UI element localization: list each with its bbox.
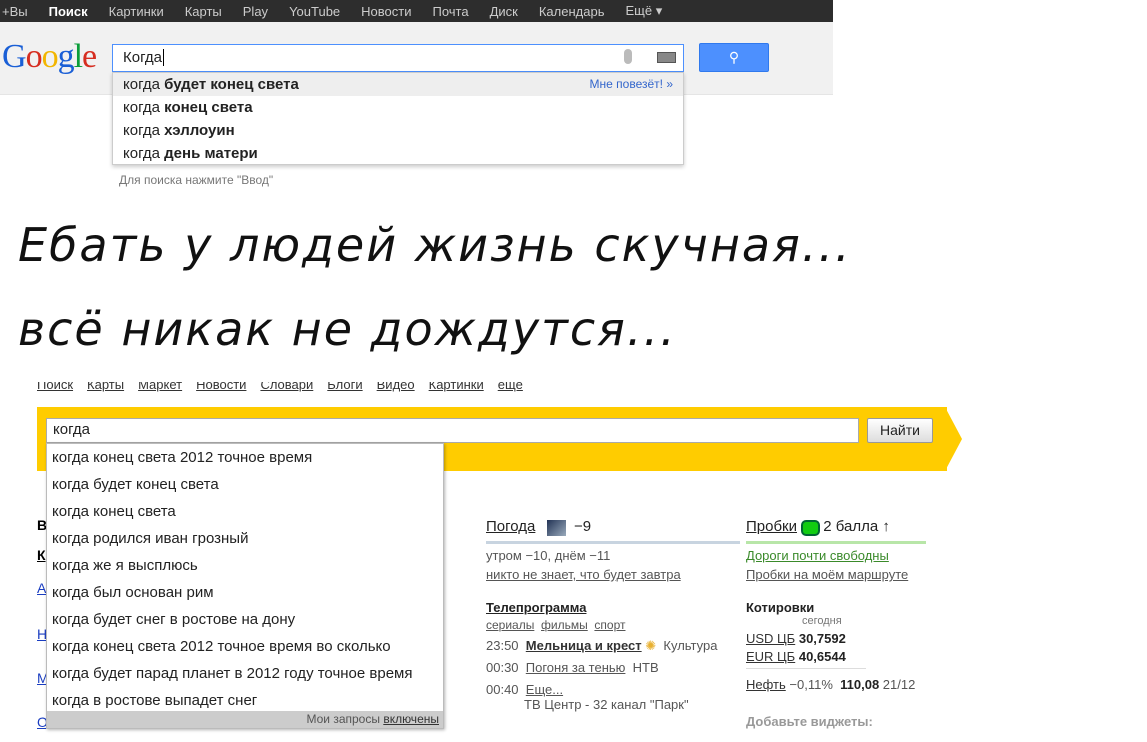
footer-text: Мои запросы (306, 712, 384, 726)
google-top-bar: +Вы Поиск Картинки Карты Play YouTube Новости П… (0, 0, 833, 22)
nav-item[interactable]: Календарь (539, 4, 605, 19)
nav-item[interactable]: YouTube (289, 4, 340, 19)
tv-item: 23:50 Мельница и крест ✺ Культура (486, 638, 717, 654)
suggestion-item[interactable]: когда конец света 2012 точное время во с… (47, 633, 443, 660)
tv-time: 00:30 (486, 660, 519, 675)
query-text: Когда (123, 49, 162, 66)
suggestion-item[interactable]: когда конец света 2012 точное время (47, 444, 443, 471)
yandex-search-button[interactable]: Найти (867, 418, 933, 443)
suggestion-item[interactable]: когда был основан рим (47, 579, 443, 606)
yandex-arrow (945, 407, 962, 471)
magnifier-icon: ⚲ (728, 49, 740, 65)
tv-channel: Культура (663, 638, 718, 653)
tv-tab[interactable]: сериалы (486, 618, 534, 632)
my-queries-footer: Мои запросы включены (47, 711, 443, 728)
quotes-title: Котировки (746, 600, 815, 615)
currency-value: 40,6544 (798, 649, 846, 664)
tv-show-link[interactable]: Погоня за тенью (526, 660, 626, 675)
traffic-widget-title: Пробки 2 балла ↑ (746, 518, 890, 536)
tv-title-link[interactable]: Телепрограмма (486, 600, 586, 615)
suggestion-item[interactable]: когда день матери (113, 142, 683, 165)
tv-show-link[interactable]: Мельница и крест (526, 638, 642, 653)
quote-row: EUR ЦБ 40,6544 (746, 649, 846, 664)
suggestion-prefix: когда (123, 122, 165, 139)
tv-channel: НТВ (632, 660, 659, 675)
oil-value: 110,08 (840, 677, 880, 692)
nav-item[interactable]: Почта (432, 4, 468, 19)
quotes-column: сегодня (802, 615, 842, 627)
tv-item: 00:40 Еще... ТВ Центр - 32 канал "Парк" (486, 682, 689, 712)
suggestion-completion: день матери (164, 145, 258, 162)
suggestion-completion: конец света (164, 99, 253, 116)
nav-item[interactable]: Play (243, 4, 268, 19)
nav-item[interactable]: Диск (490, 4, 518, 19)
nav-item[interactable]: +Вы (2, 4, 28, 19)
suggestion-prefix: когда (123, 76, 165, 93)
tv-tab[interactable]: спорт (594, 618, 625, 632)
tv-time: 23:50 (486, 638, 519, 653)
oil-date: 21/12 (882, 677, 916, 692)
weather-link[interactable]: Погода (486, 518, 535, 535)
suggestion-item[interactable]: когда конец света (47, 498, 443, 525)
suggestion-prefix: когда (123, 99, 165, 116)
weather-widget-title: Погода −9 (486, 518, 591, 536)
lucky-link[interactable]: Мне повезёт! » (590, 73, 673, 96)
nav-item[interactable]: Поиск (49, 4, 88, 19)
google-search-button[interactable]: ⚲ (699, 43, 769, 72)
my-queries-link[interactable]: включены (383, 712, 439, 726)
currency-link[interactable]: USD ЦБ (746, 631, 795, 646)
google-search-input[interactable]: Когда (112, 44, 684, 72)
quote-row: USD ЦБ 30,7592 (746, 631, 846, 646)
keyboard-icon[interactable] (657, 52, 676, 63)
currency-link[interactable]: EUR ЦБ (746, 649, 795, 664)
currency-value: 30,7592 (798, 631, 846, 646)
yandex-nav-cropped: Поиск Карты Маркет Новости Словари Блоги Видео… (37, 382, 523, 392)
nav-item[interactable]: Ещё ▾ (625, 3, 662, 19)
traffic-light-icon (800, 519, 820, 536)
suggestion-prefix: когда (123, 145, 165, 162)
tv-item: 00:30 Погоня за тенью НТВ (486, 660, 659, 675)
oil-change: −0,11% (789, 677, 833, 692)
weather-detail: утром −10, днём −11 (486, 548, 611, 563)
suggestion-completion: будет конец света (164, 76, 299, 93)
award-icon: ✺ (645, 638, 657, 653)
yandex-search-input[interactable]: когда (46, 418, 859, 443)
search-hint: Для поиска нажмите "Ввод" (119, 173, 274, 187)
tv-tab[interactable]: фильмы (541, 618, 588, 632)
google-suggestions: когда будет конец света Мне повезёт! » ког… (112, 72, 684, 165)
tv-show-link[interactable]: Еще... (526, 682, 563, 697)
tv-time: 00:40 (486, 682, 519, 697)
my-route-link[interactable]: Пробки на моём маршруте (746, 567, 908, 582)
tv-channel: ТВ Центр - 32 канал "Парк" (524, 697, 689, 712)
weather-forecast-link[interactable]: никто не знает, что будет завтра (486, 567, 681, 582)
suggestion-item[interactable]: когда будет конец света (47, 471, 443, 498)
nav-item[interactable]: Новости (361, 4, 411, 19)
suggestion-item[interactable]: когда же я высплюсь (47, 552, 443, 579)
suggestion-item[interactable]: когда будет конец света Мне повезёт! » (113, 73, 683, 96)
traffic-status-link[interactable]: Дороги почти свободны (746, 548, 889, 563)
google-logo[interactable]: Google (2, 38, 97, 76)
caption-line-2: всё никак не дождутся... (18, 302, 677, 356)
suggestion-completion: хэллоуин (164, 122, 235, 139)
microphone-icon[interactable] (624, 49, 632, 64)
weather-temp: −9 (574, 518, 592, 535)
suggestion-item[interactable]: когда будет снег в ростове на дону (47, 606, 443, 633)
oil-link[interactable]: Нефть (746, 677, 786, 692)
yandex-suggestions: когда конец света 2012 точное время когда… (46, 443, 444, 729)
suggestion-item[interactable]: когда в ростове выпадет снег (47, 687, 443, 714)
traffic-score: 2 балла ↑ (823, 518, 890, 535)
oil-quote: Нефть −0,11% 110,08 21/12 (746, 677, 915, 692)
suggestion-item[interactable]: когда родился иван грозный (47, 525, 443, 552)
nav-item[interactable]: Карты (185, 4, 222, 19)
suggestion-item[interactable]: когда будет парад планет в 2012 году точ… (47, 660, 443, 687)
tv-tabs: сериалы фильмы спорт (486, 618, 626, 632)
caption-line-1: Ебать у людей жизнь скучная... (18, 218, 852, 272)
snow-icon (547, 519, 566, 536)
add-widgets: Добавьте виджеты: (746, 714, 873, 729)
suggestion-item[interactable]: когда хэллоуин (113, 119, 683, 142)
traffic-link[interactable]: Пробки (746, 518, 797, 535)
suggestion-item[interactable]: когда конец света (113, 96, 683, 119)
nav-item[interactable]: Картинки (109, 4, 164, 19)
